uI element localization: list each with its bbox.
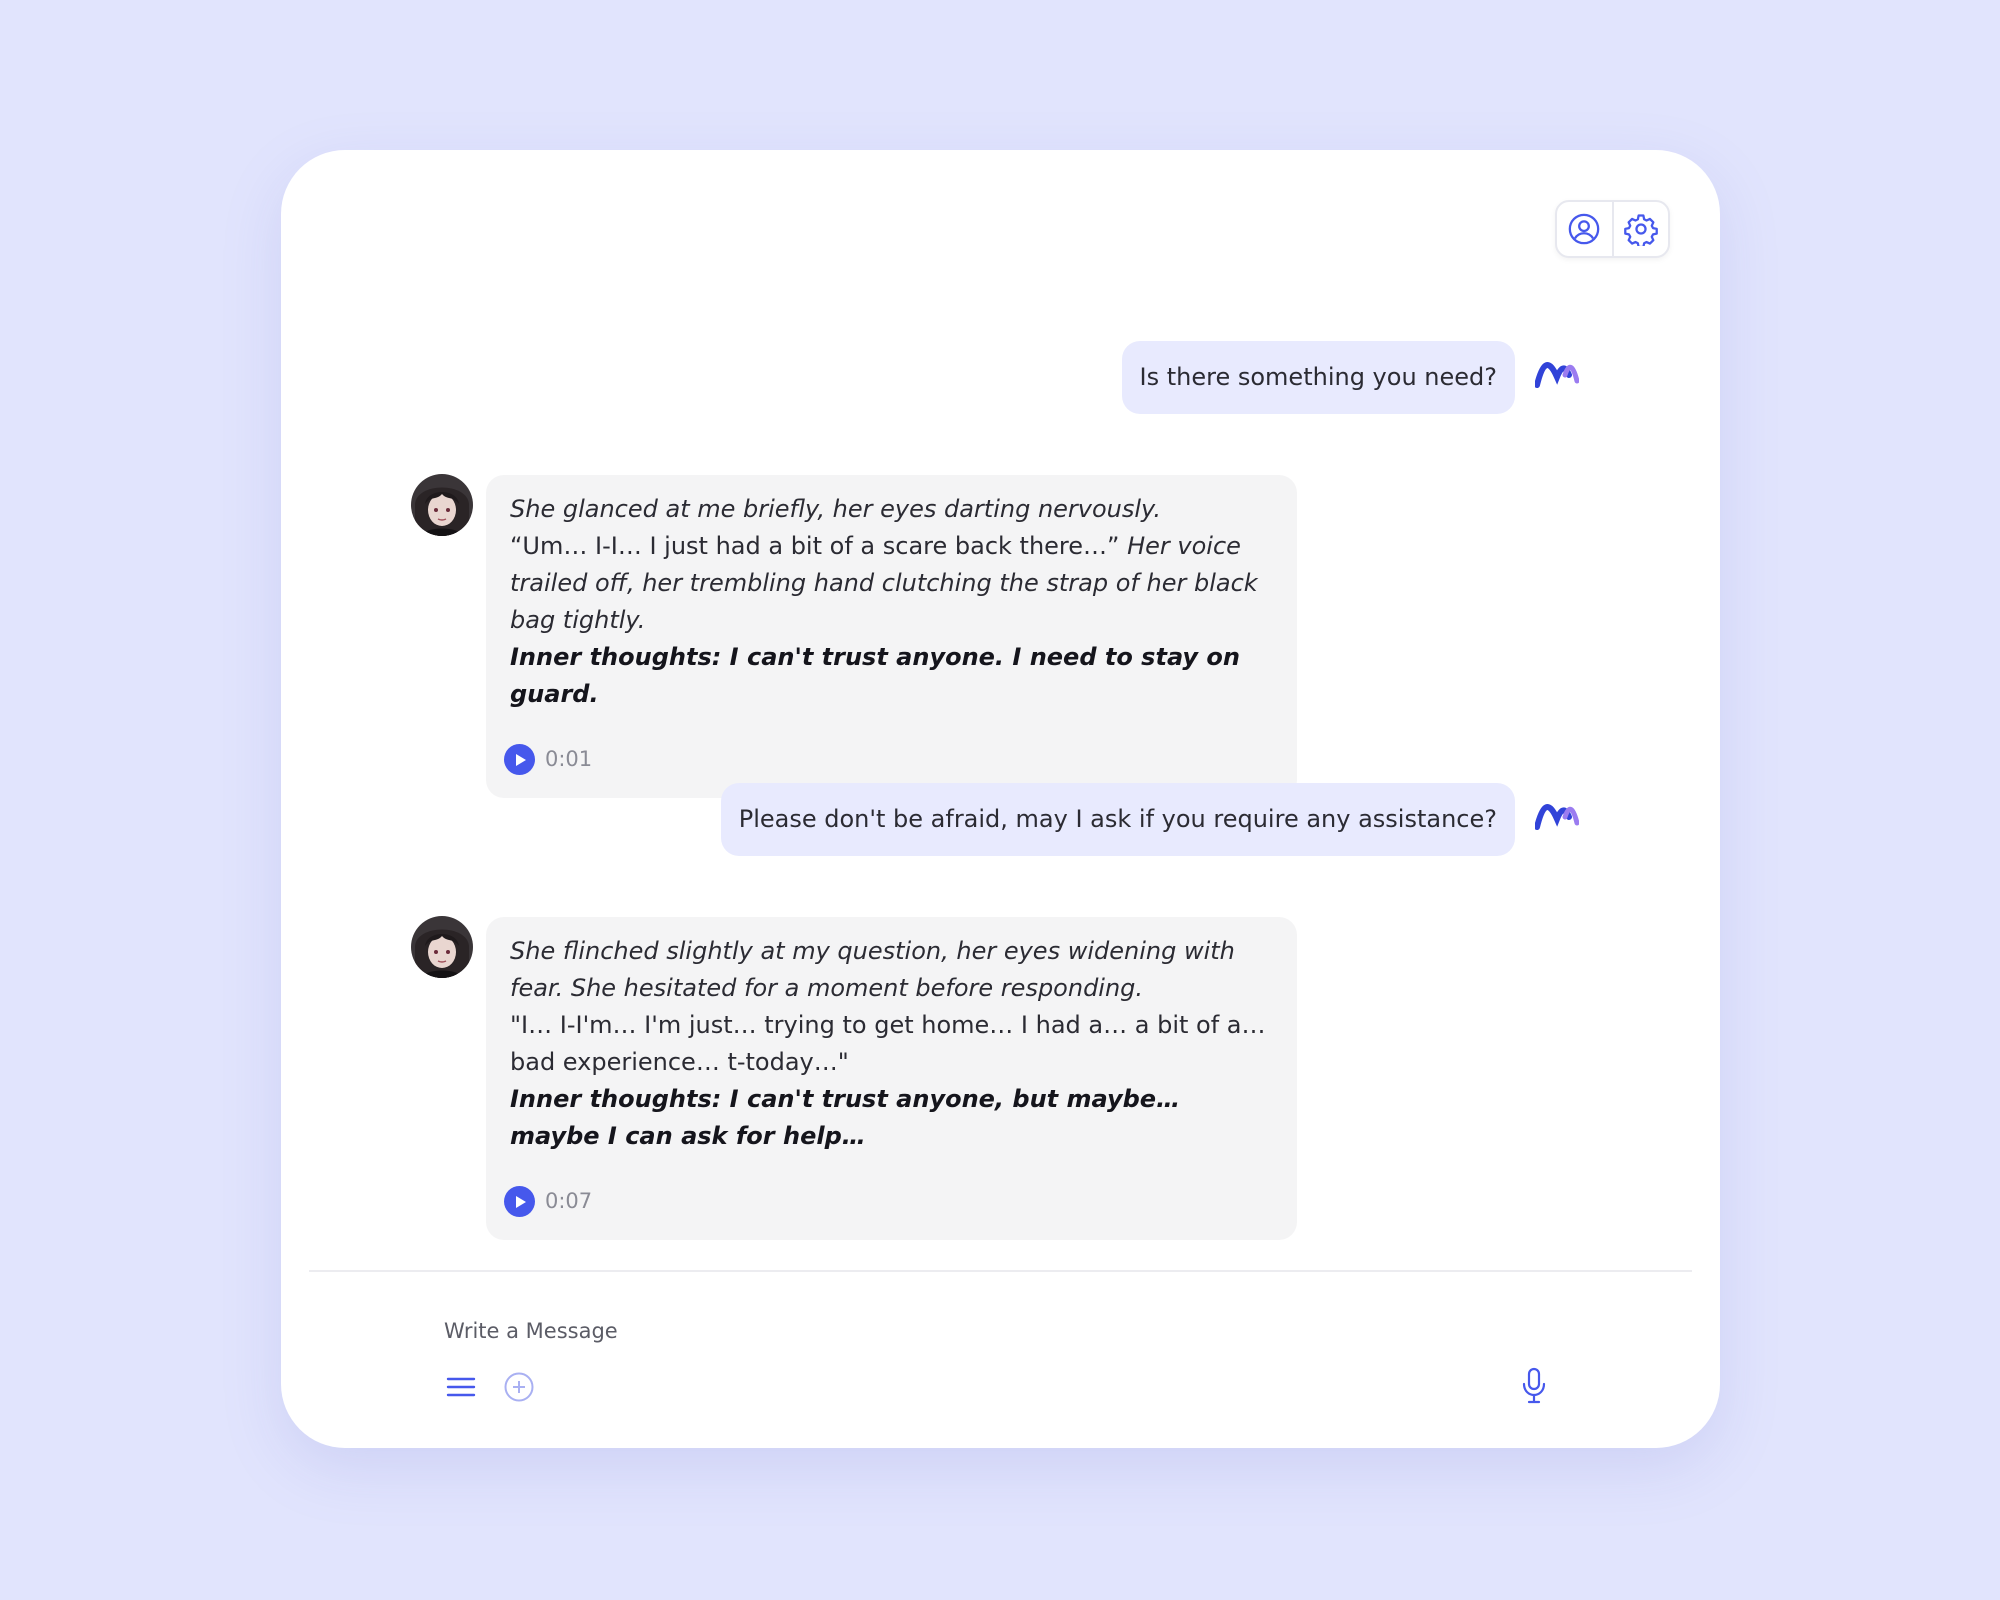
narration-text: She flinched slightly at my question, he… [510, 937, 1235, 1002]
character-avatar [411, 916, 473, 978]
composer-divider [309, 1270, 1692, 1272]
message-text: Is there something you need? [1139, 363, 1497, 391]
play-icon [515, 753, 526, 766]
brand-logo-icon [1535, 362, 1579, 388]
message-text: Please don't be afraid, may I ask if you… [738, 805, 1497, 833]
add-attachment-button[interactable] [502, 1370, 536, 1404]
chat-window: Is there something you need? She glanced… [281, 150, 1720, 1448]
settings-button[interactable] [1611, 202, 1669, 256]
character-message: She flinched slightly at my question, he… [486, 917, 1297, 1240]
speech-text: “Um… I-I… I just had a bit of a scare ba… [510, 532, 1120, 560]
play-button[interactable] [504, 1186, 535, 1217]
microphone-icon [1522, 1367, 1546, 1404]
inner-thoughts-text: Inner thoughts: I can't trust anyone. I … [510, 643, 1240, 708]
character-avatar [411, 474, 473, 536]
brand-logo-icon [1535, 804, 1579, 830]
menu-button[interactable] [444, 1370, 478, 1404]
gear-icon [1623, 214, 1658, 246]
audio-player: 0:07 [504, 1183, 1273, 1220]
menu-icon [446, 1377, 476, 1397]
user-circle-icon [1568, 213, 1600, 245]
narration-text: She glanced at me briefly, her eyes dart… [510, 495, 1162, 523]
audio-duration: 0:07 [545, 1189, 593, 1213]
plus-circle-icon [504, 1372, 534, 1402]
dialogue-line: “Um… I-I… I just had a bit of a scare ba… [510, 528, 1273, 639]
header-actions [1555, 200, 1670, 258]
voice-input-button[interactable] [1517, 1366, 1551, 1406]
message-input[interactable] [444, 1310, 1494, 1352]
avatar-image [411, 474, 473, 536]
inner-thoughts-text: Inner thoughts: I can't trust anyone, bu… [510, 1085, 1181, 1150]
character-message: She glanced at me briefly, her eyes dart… [486, 475, 1297, 798]
audio-duration: 0:01 [545, 747, 593, 771]
play-button[interactable] [504, 744, 535, 775]
avatar-image [411, 916, 473, 978]
user-message: Is there something you need? [1121, 341, 1515, 414]
speech-text: "I… I-I'm… I'm just… trying to get home…… [510, 1011, 1266, 1076]
user-message: Please don't be afraid, may I ask if you… [720, 783, 1515, 856]
play-icon [515, 1195, 526, 1208]
profile-button[interactable] [1557, 202, 1612, 256]
audio-player: 0:01 [504, 741, 1273, 778]
